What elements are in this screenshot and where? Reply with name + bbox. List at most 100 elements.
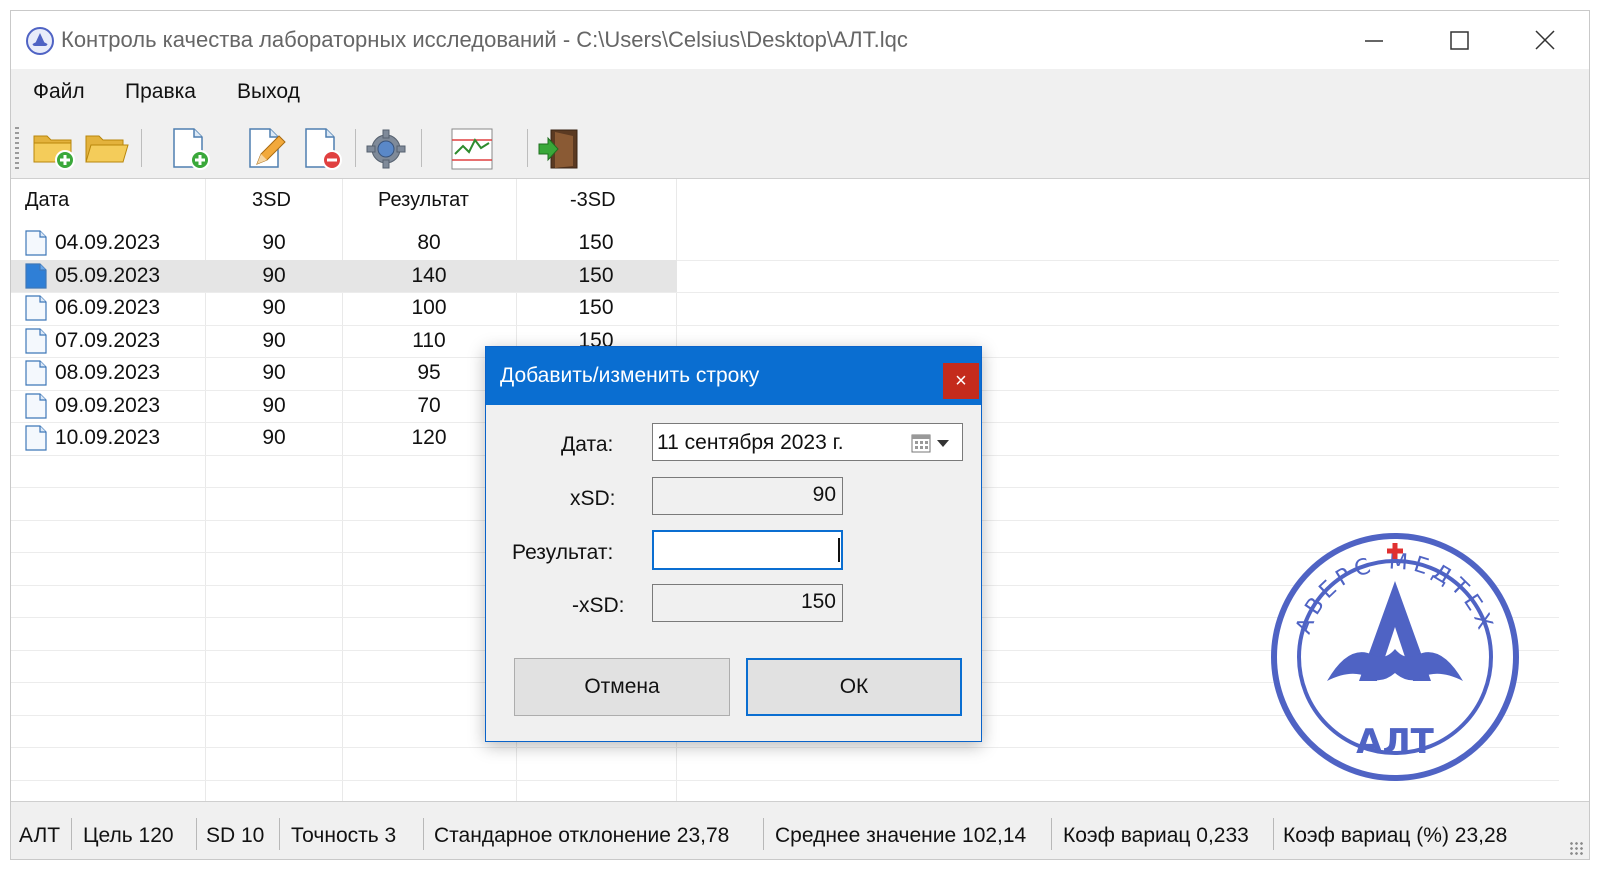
header-minus-3sd[interactable]: -3SD	[570, 189, 616, 212]
cell-result: 80	[417, 231, 441, 254]
cell-3sd: 90	[262, 393, 286, 417]
document-icon	[25, 262, 47, 289]
table-row[interactable]: 06.09.2023 90 100 150	[11, 292, 1559, 324]
cell-date: 10.09.2023	[55, 426, 161, 449]
status-separator	[279, 818, 280, 850]
chevron-down-icon[interactable]	[937, 440, 949, 447]
cell-date: 09.09.2023	[55, 393, 161, 417]
calendar-icon[interactable]	[911, 433, 931, 453]
date-picker-value: 11 сентября 2023 г.	[657, 431, 844, 454]
maximize-button[interactable]	[1417, 11, 1503, 69]
resize-grip[interactable]	[1569, 841, 1583, 855]
status-mean: Среднее значение 102,14	[775, 824, 1027, 847]
xsd-label: xSD:	[570, 487, 616, 510]
status-analyte: АЛТ	[19, 824, 61, 847]
document-icon	[25, 360, 47, 386]
dialog-close-button[interactable]: ×	[943, 363, 979, 399]
document-icon	[25, 327, 47, 354]
minus-xsd-field[interactable]: 150	[652, 584, 843, 622]
table-row[interactable]: 04.09.2023 90 80 150	[11, 227, 1559, 259]
add-edit-row-dialog: Добавить/изменить строку × Дата: 11 сент…	[485, 346, 982, 742]
dialog-title-bar: Добавить/изменить строку ×	[486, 347, 981, 405]
status-separator	[196, 818, 197, 850]
toolbar-separator	[355, 129, 356, 167]
maximize-icon	[1450, 31, 1469, 50]
new-folder-button[interactable]	[31, 126, 77, 172]
toolbar-grip[interactable]	[15, 127, 19, 169]
avers-medtech-logo: АВЕРС МЕДТЕХ АЛТ	[1271, 533, 1519, 781]
cell-date: 05.09.2023	[55, 263, 161, 287]
table-row[interactable]: 05.09.2023 90 140 150	[11, 259, 1559, 292]
cell-minus-3sd: 150	[578, 296, 614, 319]
cell-3sd: 90	[262, 296, 286, 319]
logo-bottom-text: АЛТ	[1356, 722, 1435, 762]
document-icon	[25, 295, 47, 321]
cell-result: 100	[411, 296, 447, 319]
open-folder-icon	[85, 135, 129, 163]
status-separator	[71, 818, 72, 850]
minimize-button[interactable]	[1331, 11, 1417, 69]
status-bar: АЛТ Цель 120 SD 10 Точность 3 Стандарное…	[11, 801, 1589, 859]
cancel-button[interactable]: Отмена	[514, 658, 730, 716]
cell-result: 120	[411, 426, 447, 449]
cell-date: 07.09.2023	[55, 328, 161, 352]
status-separator	[1051, 818, 1052, 850]
minus-xsd-label: -xSD:	[572, 594, 625, 617]
settings-gear-icon	[366, 129, 406, 169]
window-title: Контроль качества лабораторных исследова…	[61, 27, 908, 52]
date-picker[interactable]: 11 сентября 2023 г.	[652, 423, 963, 461]
date-label: Дата:	[561, 433, 614, 456]
chart-button[interactable]	[449, 126, 495, 172]
menu-bar: Файл Правка Выход	[11, 69, 1589, 117]
toolbar-separator	[527, 129, 528, 167]
exit-door-icon	[538, 129, 578, 169]
close-icon	[1535, 30, 1555, 50]
exit-button[interactable]	[535, 126, 581, 172]
document-icon	[25, 425, 47, 451]
xsd-value: 90	[812, 483, 836, 506]
header-result[interactable]: Результат	[378, 189, 469, 212]
toolbar-separator	[141, 129, 142, 167]
status-cv-percent: Коэф вариац (%) 23,28	[1283, 824, 1508, 847]
title-bar: Контроль качества лабораторных исследова…	[11, 11, 1589, 69]
xsd-field[interactable]: 90	[652, 477, 843, 515]
result-label: Результат:	[512, 541, 614, 564]
cell-3sd: 90	[262, 361, 286, 384]
header-date[interactable]: Дата	[25, 189, 69, 212]
cell-3sd: 90	[262, 426, 286, 449]
cell-3sd: 90	[262, 263, 286, 287]
document-icon	[25, 392, 47, 419]
cell-date: 06.09.2023	[55, 296, 161, 319]
ok-button[interactable]: ОК	[746, 658, 962, 716]
status-separator	[1273, 818, 1274, 850]
cell-result: 70	[417, 393, 441, 417]
toolbar	[11, 117, 1589, 179]
settings-button[interactable]	[363, 126, 409, 172]
chart-icon	[451, 128, 493, 170]
header-3sd[interactable]: 3SD	[252, 189, 291, 212]
delete-row-button[interactable]	[299, 126, 345, 172]
status-separator	[423, 818, 424, 850]
cell-result: 140	[411, 263, 447, 287]
toolbar-separator	[421, 129, 422, 167]
open-folder-button[interactable]	[83, 126, 129, 172]
cell-result: 95	[417, 361, 441, 384]
menu-exit[interactable]: Выход	[237, 80, 300, 104]
menu-edit[interactable]: Правка	[125, 80, 196, 104]
cell-minus-3sd: 150	[578, 231, 614, 254]
result-input[interactable]	[652, 530, 843, 570]
add-document-icon	[173, 128, 210, 170]
cell-result: 110	[412, 328, 446, 352]
cell-3sd: 90	[262, 328, 286, 352]
app-logo-icon	[26, 27, 54, 55]
status-sd: SD 10	[206, 824, 265, 847]
status-target: Цель 120	[83, 824, 174, 847]
new-folder-icon	[33, 135, 75, 170]
document-icon	[25, 230, 47, 256]
edit-row-button[interactable]	[243, 126, 289, 172]
menu-file[interactable]: Файл	[33, 80, 85, 104]
cell-minus-3sd: 150	[578, 263, 614, 287]
add-row-button[interactable]	[167, 126, 213, 172]
cell-date: 08.09.2023	[55, 361, 161, 384]
close-window-button[interactable]	[1503, 11, 1589, 69]
